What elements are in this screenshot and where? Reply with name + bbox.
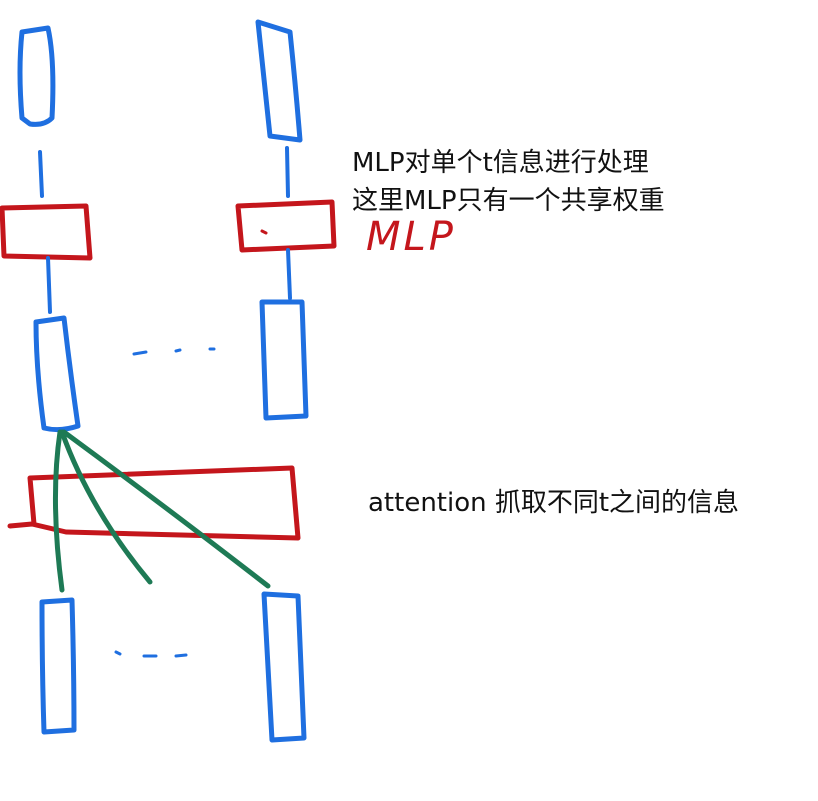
connector-left-mid xyxy=(46,256,52,314)
mlp-handwritten-label: MLP xyxy=(366,214,456,260)
token-box-bottom-left xyxy=(39,597,77,735)
attention-note: attention 抓取不同t之间的信息 xyxy=(368,488,740,518)
token-box-top-right xyxy=(255,19,303,143)
mlp-box-right-dot xyxy=(260,229,268,235)
attention-line-to-middle xyxy=(59,429,153,585)
ellipsis-bottom xyxy=(114,650,188,658)
attention-lines xyxy=(52,429,271,593)
attention-line-to-left xyxy=(52,429,65,593)
connector-right-mid xyxy=(286,248,292,300)
token-box-mid-left xyxy=(33,315,81,433)
token-box-bottom-right xyxy=(261,591,307,743)
ellipsis-middle xyxy=(132,347,216,356)
mlp-box-right xyxy=(235,199,337,253)
mlp-box-left xyxy=(0,203,93,261)
mlp-note-line-1: MLP对单个t信息进行处理 xyxy=(352,148,649,178)
attention-line-to-right xyxy=(61,429,271,589)
mlp-note-line-2: 这里MLP只有一个共享权重 xyxy=(352,186,665,216)
token-box-top-left xyxy=(17,25,56,127)
transformer-sketch: MLP xyxy=(0,19,456,743)
connector-left-top xyxy=(38,150,44,198)
token-box-mid-right xyxy=(259,299,309,421)
connector-right-top xyxy=(285,146,290,198)
